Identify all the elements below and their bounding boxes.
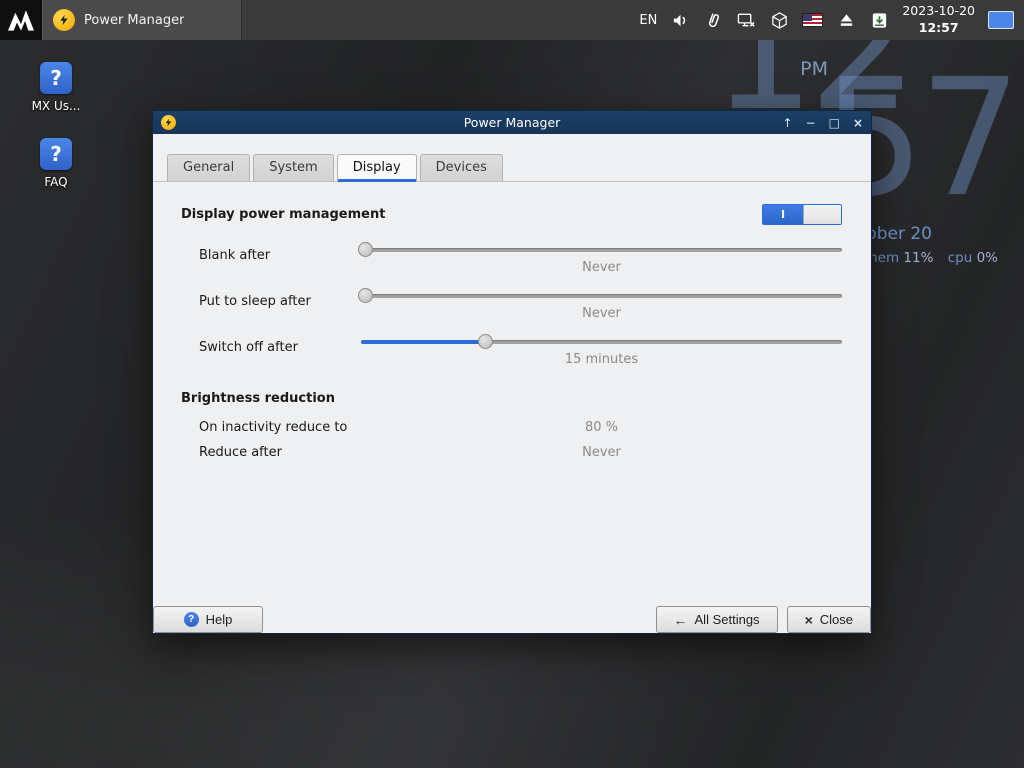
put-to-sleep-row: Put to sleep after Never (181, 287, 842, 327)
us-flag-icon[interactable] (802, 13, 824, 27)
package-icon[interactable] (769, 10, 789, 30)
help-icon: ? (183, 612, 199, 627)
switch-off-slider[interactable] (361, 333, 842, 350)
put-to-sleep-value: Never (582, 306, 621, 321)
power-manager-icon (53, 9, 75, 31)
slider-fill (361, 340, 487, 344)
cpu-label: cpu (947, 250, 973, 266)
window-controls: ↑ − □ × (782, 117, 863, 129)
switch-off-value: 15 minutes (564, 352, 639, 367)
window-power-icon (161, 115, 176, 130)
clipboard-paperclip-icon[interactable] (703, 10, 723, 30)
tab-bar: General System Display Devices (153, 134, 871, 182)
tab-general[interactable]: General (167, 154, 251, 181)
help-question-icon: ? (40, 62, 72, 94)
all-settings-button[interactable]: ← All Settings (655, 606, 778, 633)
blank-after-label: Blank after (199, 248, 271, 263)
inactivity-reduce-label: On inactivity reduce to (199, 420, 348, 435)
back-arrow-icon: ← (673, 611, 688, 628)
desktop: 12 57 PM October 20 mem 11% cpu 0% ? MX … (0, 0, 1024, 768)
switch-off-label: Switch off after (199, 340, 298, 355)
slider-handle[interactable] (357, 242, 373, 257)
display-settings-icon[interactable] (736, 10, 756, 30)
mx-menu-button[interactable] (0, 0, 42, 40)
close-window-button[interactable]: × (853, 117, 863, 129)
panel-clock[interactable]: 2023-10-20 12:57 (902, 3, 975, 37)
help-button-label: Help (205, 612, 233, 627)
clock-ampm: PM (800, 58, 828, 80)
tab-system[interactable]: System (253, 154, 334, 181)
section-display-power-management: Display power management (181, 207, 386, 222)
close-button[interactable]: × Close (786, 606, 871, 633)
display-tab-panel: Display power management I Blank after N… (153, 182, 871, 606)
tab-devices[interactable]: Devices (419, 154, 503, 181)
slider-handle[interactable] (357, 288, 373, 303)
panel-time: 12:57 (918, 20, 959, 35)
taskbar-window-button[interactable]: Power Manager (42, 0, 242, 40)
desktop-icon-label: FAQ (44, 175, 68, 189)
toggle-on-label: I (763, 205, 803, 224)
inactivity-reduce-row: On inactivity reduce to 80 % (181, 420, 842, 435)
shade-button[interactable]: ↑ (782, 117, 792, 129)
blank-after-slider[interactable] (357, 241, 842, 258)
cpu-value: 0% (976, 250, 998, 266)
inactivity-reduce-value: 80 % (584, 420, 619, 435)
desktop-icon-faq[interactable]: ? FAQ (26, 138, 86, 189)
tab-display[interactable]: Display (336, 154, 417, 182)
slider-track[interactable] (361, 248, 842, 252)
window-titlebar[interactable]: Power Manager ↑ − □ × (153, 111, 871, 134)
reduce-after-label: Reduce after (199, 445, 282, 460)
desktop-icon-label: MX Us... (31, 99, 81, 113)
keyboard-layout-indicator[interactable]: EN (639, 13, 657, 28)
help-question-icon: ? (40, 138, 72, 170)
updater-icon[interactable] (869, 10, 889, 30)
reduce-after-row: Reduce after Never (181, 445, 842, 460)
close-x-icon: × (804, 611, 813, 628)
display-power-toggle[interactable]: I (762, 204, 842, 225)
maximize-button[interactable]: □ (829, 117, 840, 129)
blank-after-row: Blank after Never (181, 241, 842, 281)
eject-icon[interactable] (836, 10, 856, 30)
toggle-knob[interactable] (803, 205, 841, 224)
reduce-after-value: Never (582, 445, 621, 460)
desktop-icon-mx-users[interactable]: ? MX Us... (26, 62, 86, 113)
slider-handle[interactable] (478, 334, 494, 349)
all-settings-button-label: All Settings (694, 612, 760, 627)
section-brightness-reduction: Brightness reduction (181, 391, 335, 406)
workspace-switcher[interactable] (988, 11, 1014, 29)
window-title: Power Manager (463, 115, 561, 130)
panel-tray: EN 2023-10-20 12:57 (639, 0, 1024, 40)
mx-logo-icon (8, 10, 34, 31)
put-to-sleep-slider[interactable] (357, 287, 842, 304)
power-manager-window: Power Manager ↑ − □ × General System Dis… (152, 110, 872, 634)
volume-icon[interactable] (670, 10, 690, 30)
minimize-button[interactable]: − (806, 117, 816, 129)
slider-track[interactable] (361, 294, 842, 298)
switch-off-row: Switch off after 15 minutes (181, 333, 842, 373)
panel-date: 2023-10-20 (902, 3, 975, 19)
blank-after-value: Never (582, 260, 621, 275)
mem-value: 11% (903, 250, 934, 266)
system-stats: mem 11% cpu 0% (865, 250, 1009, 266)
taskbar-window-label: Power Manager (84, 12, 185, 28)
help-button[interactable]: ? Help (153, 606, 263, 633)
put-to-sleep-label: Put to sleep after (199, 294, 311, 309)
top-panel: Power Manager EN 2023-10-20 12:57 (0, 0, 1024, 40)
close-button-label: Close (819, 612, 853, 627)
window-footer: ? Help ← All Settings × Close (153, 606, 871, 633)
